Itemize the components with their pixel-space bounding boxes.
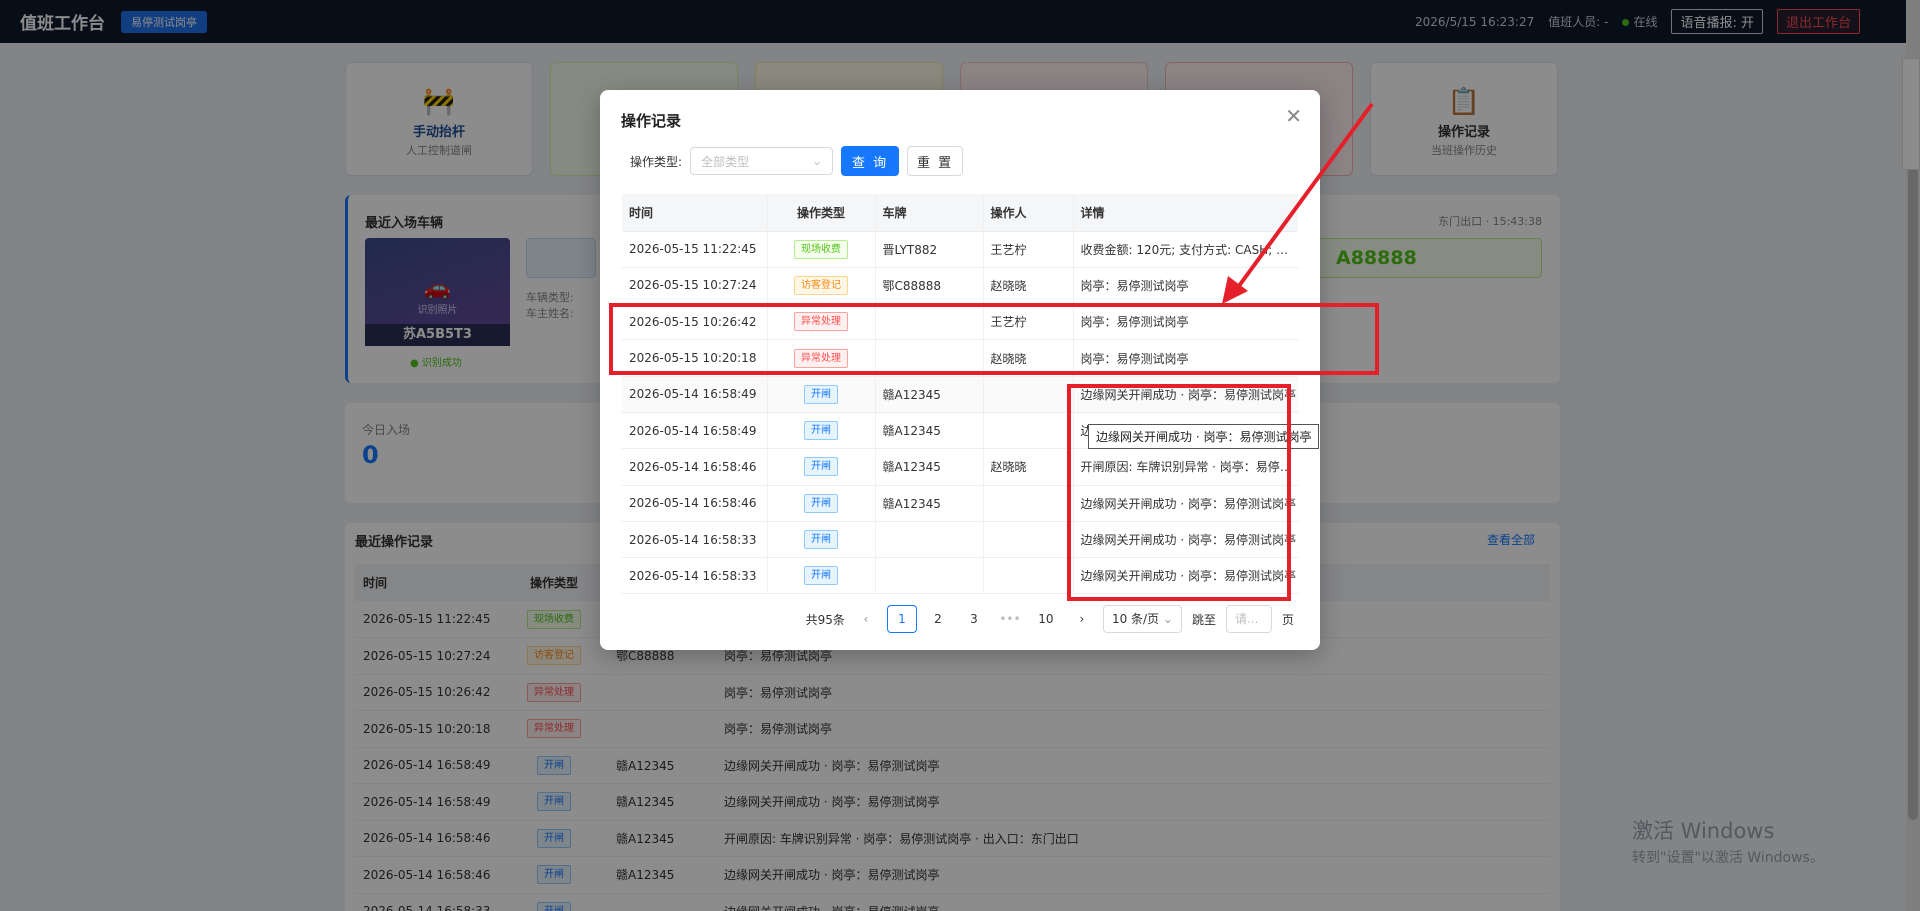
total-count: 共95条 — [805, 612, 845, 627]
operation-type-select[interactable]: 全部类型 ⌄ — [690, 147, 834, 175]
col-detail: 详情 — [1072, 194, 1298, 232]
col-operator: 操作人 — [982, 194, 1073, 232]
type-tag: 现场收费 — [794, 239, 848, 259]
col-type: 操作类型 — [766, 194, 875, 232]
type-tag: 开闸 — [804, 421, 838, 441]
page-list: 1 2 3 ••• 10 — [886, 605, 1061, 633]
page-ellipsis[interactable]: ••• — [995, 605, 1025, 633]
cell-plate — [874, 557, 983, 595]
cell-time: 2026-05-14 16:58:33 — [622, 521, 767, 559]
cell-plate: 赣A12345 — [874, 376, 983, 413]
filter-row: 操作类型: 全部类型 ⌄ 查 询 重 置 — [630, 146, 964, 176]
pagination: 共95条 ‹ 1 2 3 ••• 10 › 10 条/页 ⌄ 跳至 请... 页 — [806, 605, 1294, 633]
page-size-select[interactable]: 10 条/页 ⌄ — [1102, 605, 1182, 633]
cell-operator — [982, 557, 1073, 595]
col-plate: 车牌 — [874, 194, 983, 232]
cell-plate — [874, 521, 983, 559]
cell-type: 开闸 — [766, 521, 875, 559]
cell-time: 2026-05-15 11:22:45 — [622, 231, 767, 268]
cell-operator — [982, 521, 1073, 559]
cell-type: 开闸 — [766, 557, 875, 595]
cell-time: 2026-05-14 16:58:46 — [622, 485, 767, 522]
cell-operator: 王艺柠 — [982, 231, 1073, 268]
cell-operator: 赵晓晓 — [982, 267, 1073, 305]
page-item[interactable]: 1 — [886, 605, 917, 633]
prev-page-icon[interactable]: ‹ — [855, 612, 877, 626]
cell-time: 2026-05-14 16:58:46 — [622, 448, 767, 486]
cell-type: 开闸 — [766, 412, 875, 450]
operation-type-label: 操作类型: — [630, 154, 683, 169]
reset-button[interactable]: 重 置 — [907, 146, 964, 176]
cell-operator: 赵晓晓 — [982, 448, 1073, 486]
cell-detail[interactable]: 岗亭：易停测试岗亭 — [1072, 267, 1298, 305]
cell-type: 开闸 — [766, 376, 875, 413]
cell-operator — [982, 376, 1073, 413]
table-row[interactable]: 2026-05-15 10:27:24 访客登记 鄂C88888 赵晓晓 岗亭：易停测试… — [622, 267, 1298, 305]
cell-type: 访客登记 — [766, 267, 875, 305]
type-tag: 访客登记 — [794, 275, 848, 295]
cell-plate: 鄂C88888 — [874, 267, 983, 305]
query-button[interactable]: 查 询 — [841, 146, 900, 176]
cell-type: 开闸 — [766, 448, 875, 486]
cell-plate: 赣A12345 — [874, 412, 983, 450]
next-page-icon[interactable]: › — [1071, 612, 1093, 626]
close-icon[interactable]: ✕ — [1285, 104, 1302, 128]
page-item[interactable]: 2 — [923, 605, 953, 633]
type-tag: 开闸 — [804, 530, 838, 550]
cell-time: 2026-05-14 16:58:33 — [622, 557, 767, 595]
cell-time: 2026-05-14 16:58:49 — [622, 376, 767, 413]
page-item[interactable]: 3 — [959, 605, 989, 633]
type-tag: 开闸 — [804, 384, 838, 404]
cell-detail[interactable]: 收费金额: 120元; 支付方式: CASH; 岗亭: 易停测试岗亭 — [1072, 231, 1298, 268]
cell-type: 开闸 — [766, 485, 875, 522]
chevron-down-icon: ⌄ — [1162, 612, 1173, 626]
cell-operator — [982, 412, 1073, 450]
type-tag: 开闸 — [804, 493, 838, 513]
page-suffix: 页 — [1281, 612, 1294, 627]
page-item[interactable]: 10 — [1031, 605, 1061, 633]
cell-type: 现场收费 — [766, 231, 875, 268]
annotation-box-exception-rows — [609, 303, 1379, 375]
modal-title: 操作记录 — [621, 112, 682, 130]
table-row[interactable]: 2026-05-15 11:22:45 现场收费 晋LYT882 王艺柠 收费金额: 1… — [622, 231, 1298, 268]
cell-time: 2026-05-15 10:27:24 — [622, 267, 767, 305]
type-tag: 开闸 — [804, 457, 838, 477]
type-tag: 开闸 — [804, 566, 838, 586]
annotation-box-detail-column — [1067, 384, 1291, 601]
jump-label: 跳至 — [1191, 612, 1216, 627]
chevron-down-icon: ⌄ — [811, 154, 823, 168]
cell-plate: 晋LYT882 — [874, 231, 983, 268]
cell-plate: 赣A12345 — [874, 485, 983, 522]
cell-time: 2026-05-14 16:58:49 — [622, 412, 767, 450]
col-time: 时间 — [622, 194, 767, 232]
cell-operator — [982, 485, 1073, 522]
jump-page-input[interactable]: 请... — [1225, 605, 1272, 633]
cell-plate: 赣A12345 — [874, 448, 983, 486]
